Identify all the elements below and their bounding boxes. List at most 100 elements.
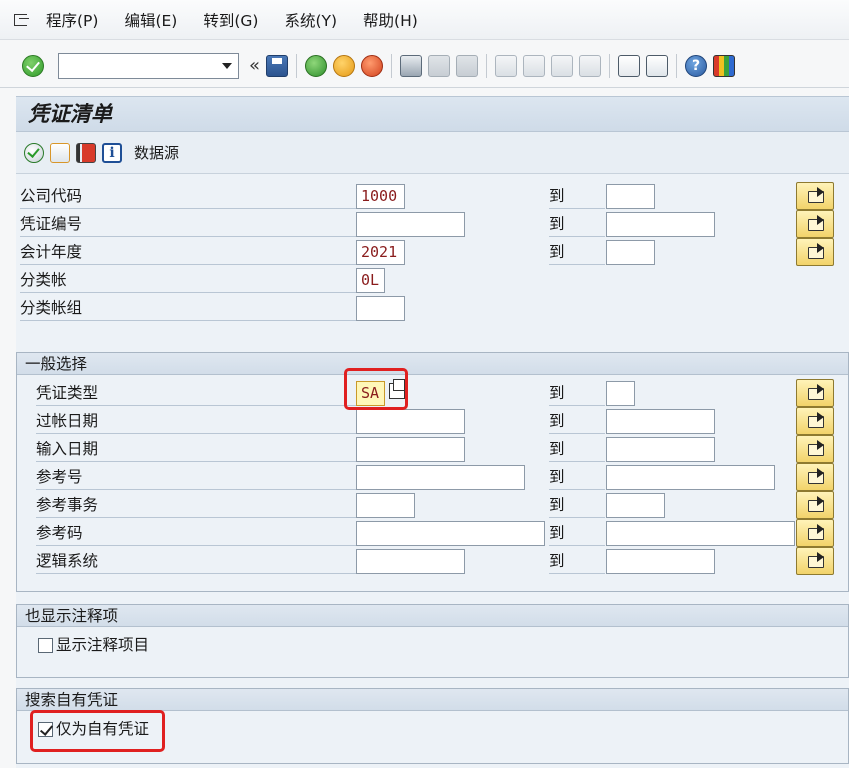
multiple-selection-button[interactable] — [796, 519, 834, 547]
menu-program[interactable]: 程序(P) — [46, 9, 98, 31]
own-documents-title: 搜索自有凭证 — [17, 689, 848, 711]
command-field-box — [58, 52, 239, 79]
print-icon[interactable] — [400, 54, 423, 77]
to-label: 到 — [549, 492, 605, 518]
reference-label: 参考号 — [36, 464, 356, 490]
document-number-label: 凭证编号 — [20, 211, 356, 237]
screen-title-bar: 凭证清单 — [16, 96, 849, 132]
previous-page-icon[interactable] — [523, 54, 546, 77]
company-code-label: 公司代码 — [20, 183, 356, 209]
to-label: 到 — [549, 183, 605, 209]
menu-goto[interactable]: 转到(G) — [203, 9, 258, 31]
reference-key-to-field[interactable] — [606, 521, 795, 546]
execute-icon[interactable] — [24, 142, 44, 163]
document-number-to-field[interactable] — [606, 212, 715, 237]
highlight-document-type — [344, 368, 408, 410]
multiple-selection-button[interactable] — [796, 491, 834, 519]
back-icon[interactable] — [305, 54, 328, 77]
ledger-label: 分类帐 — [20, 267, 356, 293]
company-code-from-field[interactable]: 1000 — [356, 184, 405, 209]
row-ledger: 分类帐 0L — [16, 267, 849, 293]
save-icon[interactable] — [266, 54, 289, 77]
noted-items-title: 也显示注释项 — [17, 605, 848, 627]
multiple-selection-button[interactable] — [796, 238, 834, 266]
menu-edit[interactable]: 编辑(E) — [124, 9, 177, 31]
dynamic-selection-icon[interactable] — [76, 142, 96, 163]
info-icon[interactable]: i — [102, 142, 122, 163]
posting-date-from-field[interactable] — [356, 409, 465, 434]
multiple-selection-button[interactable] — [796, 407, 834, 435]
shortcut-icon[interactable] — [646, 54, 669, 77]
multiple-selection-button[interactable] — [796, 182, 834, 210]
first-page-icon[interactable] — [495, 54, 518, 77]
toolbar-separator — [676, 53, 678, 78]
fiscal-year-from-field[interactable]: 2021 — [356, 240, 405, 265]
toolbar-separator — [486, 53, 488, 78]
reference-key-label: 参考码 — [36, 520, 356, 546]
logical-system-from-field[interactable] — [356, 549, 465, 574]
reference-from-field[interactable] — [356, 465, 525, 490]
reference-key-from-field[interactable] — [356, 521, 545, 546]
reference-to-field[interactable] — [606, 465, 775, 490]
multiple-selection-button[interactable] — [796, 435, 834, 463]
multiple-selection-button[interactable] — [796, 547, 834, 575]
to-label: 到 — [549, 239, 605, 265]
next-page-icon[interactable] — [551, 54, 574, 77]
reference-transaction-from-field[interactable] — [356, 493, 415, 518]
find-icon[interactable] — [428, 54, 451, 77]
application-toolbar: i 数据源 — [16, 132, 849, 174]
entry-date-from-field[interactable] — [356, 437, 465, 462]
help-icon[interactable]: ? — [685, 54, 708, 77]
ledger-group-field[interactable] — [356, 296, 405, 321]
document-type-to-field[interactable] — [606, 381, 635, 406]
enter-checkmark-icon[interactable] — [22, 54, 44, 77]
to-label: 到 — [549, 520, 605, 546]
logical-system-to-field[interactable] — [606, 549, 715, 574]
cancel-icon[interactable] — [361, 54, 384, 77]
document-number-from-field[interactable] — [356, 212, 465, 237]
to-label: 到 — [549, 436, 605, 462]
multiple-selection-button[interactable] — [796, 210, 834, 238]
command-dropdown-icon[interactable] — [222, 62, 232, 69]
to-label: 到 — [549, 380, 605, 406]
collapse-command-icon[interactable]: « — [249, 55, 260, 76]
standard-toolbar: « ? — [0, 44, 849, 88]
fiscal-year-label: 会计年度 — [20, 239, 356, 265]
logical-system-label: 逻辑系统 — [36, 548, 356, 574]
fiscal-year-to-field[interactable] — [606, 240, 655, 265]
menu-help[interactable]: 帮助(H) — [363, 9, 418, 31]
ledger-field[interactable]: 0L — [356, 268, 385, 293]
exit-icon[interactable] — [333, 54, 356, 77]
new-session-icon[interactable] — [618, 54, 641, 77]
row-reference-transaction: 参考事务 到 — [16, 491, 849, 519]
to-label: 到 — [549, 211, 605, 237]
last-page-icon[interactable] — [579, 54, 602, 77]
company-code-to-field[interactable] — [606, 184, 655, 209]
get-variant-icon[interactable] — [50, 142, 70, 163]
toolbar-separator — [609, 53, 611, 78]
general-selection-title: 一般选择 — [17, 353, 848, 375]
noted-items-checkbox[interactable] — [38, 638, 53, 653]
find-next-icon[interactable] — [456, 54, 479, 77]
row-logical-system: 逻辑系统 到 — [16, 547, 849, 575]
posting-date-label: 过帐日期 — [36, 408, 356, 434]
menu-system[interactable]: 系统(Y) — [284, 9, 337, 31]
multiple-selection-button[interactable] — [796, 379, 834, 407]
row-reference: 参考号 到 — [16, 463, 849, 491]
row-company-code: 公司代码 1000 到 — [16, 182, 849, 210]
command-field[interactable] — [59, 53, 214, 78]
posting-date-to-field[interactable] — [606, 409, 715, 434]
data-sources-button[interactable]: 数据源 — [134, 142, 179, 163]
selection-screen: 公司代码 1000 到 凭证编号 到 会计年度 2021 到 分类帐 0L 分类… — [16, 174, 849, 768]
to-label: 到 — [549, 548, 605, 574]
customize-layout-icon[interactable] — [713, 54, 736, 77]
menu-bar: 程序(P) 编辑(E) 转到(G) 系统(Y) 帮助(H) — [0, 0, 849, 40]
to-label: 到 — [549, 408, 605, 434]
entry-date-label: 输入日期 — [36, 436, 356, 462]
reference-transaction-to-field[interactable] — [606, 493, 665, 518]
multiple-selection-button[interactable] — [796, 463, 834, 491]
entry-date-to-field[interactable] — [606, 437, 715, 462]
menu-exit-icon[interactable] — [12, 12, 32, 28]
row-document-type: 凭证类型 SA 到 — [16, 379, 849, 407]
document-type-label: 凭证类型 — [36, 380, 356, 406]
